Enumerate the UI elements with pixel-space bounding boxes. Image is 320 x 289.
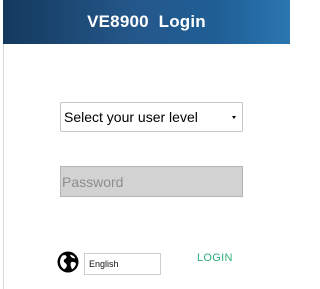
login-button[interactable]: LOGIN [197,252,233,264]
login-window: VE8900 Login Select your user level Engl… [0,0,294,289]
user-level-select-value: Select your user level [64,109,198,125]
page-title: VE8900 Login [87,12,206,31]
header-bar: VE8900 Login [3,0,290,44]
language-select-value: English [89,259,119,269]
password-field[interactable] [60,166,243,197]
caret-down-icon [232,115,236,119]
globe-icon[interactable] [57,251,79,273]
language-select[interactable]: English [84,253,161,275]
window-border [3,44,4,289]
user-level-select[interactable]: Select your user level [60,102,243,132]
